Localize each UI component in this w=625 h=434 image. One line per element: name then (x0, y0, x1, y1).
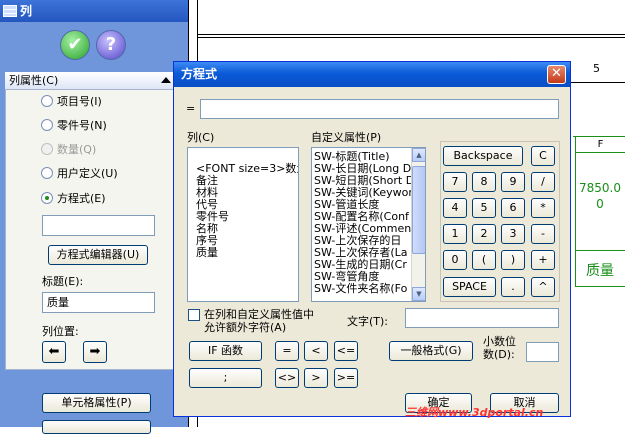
key-5-button[interactable]: 5 (472, 198, 496, 218)
custom-props-list[interactable]: SW-标题(Title) SW-长日期(Long D SW-短日期(Short … (311, 147, 426, 302)
key-6-button[interactable]: 6 (501, 198, 525, 218)
table-value-cell: 7850.00 (579, 181, 621, 211)
table-line (575, 136, 576, 286)
text-input[interactable] (405, 308, 559, 328)
radio-label: 用户定义(U) (57, 167, 118, 180)
equation-field[interactable] (42, 215, 155, 236)
radio-label: 项目号(I) (57, 95, 102, 108)
semicolon-button[interactable]: ; (189, 368, 262, 388)
radio-circle (41, 167, 53, 179)
radio-label: 数量(Q) (57, 143, 97, 156)
radio-label: 零件号(N) (57, 119, 107, 132)
op-less-equal-button[interactable]: <= (334, 341, 358, 361)
op-less-button[interactable]: < (304, 341, 328, 361)
equation-dialog: 方程式 ✕ = 列(C) <FONT size=3>数量 备注 材料 代号 零件… (173, 61, 571, 417)
if-function-button[interactable]: IF 函数 (189, 341, 262, 361)
general-format-button[interactable]: 一般格式(G) (389, 341, 473, 361)
label-line: 小数位 (483, 335, 516, 348)
table-icon (3, 5, 17, 17)
space-button[interactable]: SPACE (443, 277, 496, 297)
grid-line (569, 82, 625, 83)
decimal-places-input[interactable] (526, 342, 559, 362)
panel-title: 列 (0, 0, 188, 22)
key-2-button[interactable]: 2 (472, 224, 496, 244)
columns-list[interactable]: <FONT size=3>数量 备注 材料 代号 零件号 名称 序号 质量 (187, 147, 299, 302)
radio-label: 方程式(E) (57, 192, 106, 205)
op-equal-button[interactable]: = (275, 341, 299, 361)
list-item[interactable]: SW-文件夹名称(Fo (314, 283, 425, 295)
radio-item-number[interactable]: 项目号(I) (41, 94, 102, 110)
key-7-button[interactable]: 7 (443, 172, 467, 192)
radio-equation[interactable]: 方程式(E) (41, 191, 106, 207)
table-line (575, 250, 625, 251)
column-properties-header[interactable]: 列属性(C) (5, 72, 177, 90)
op-greater-button[interactable]: > (304, 368, 328, 388)
next-button[interactable] (42, 420, 151, 434)
close-icon[interactable]: ✕ (547, 65, 566, 84)
table-line (575, 286, 625, 287)
key-plus-button[interactable]: + (531, 250, 555, 270)
key-0-button[interactable]: 0 (443, 250, 467, 270)
clear-button[interactable]: C (531, 146, 555, 166)
radio-quantity: 数量(Q) (41, 142, 96, 158)
op-greater-equal-button[interactable]: >= (334, 368, 358, 388)
dialog-title: 方程式 (174, 62, 570, 87)
cell-properties-button[interactable]: 单元格属性(P) (42, 393, 151, 413)
column-position-label: 列位置: (42, 325, 79, 338)
key-divide-button[interactable]: / (531, 172, 555, 192)
help-button[interactable]: ? (96, 30, 126, 60)
collapse-arrow-icon[interactable] (161, 77, 171, 83)
column-number: 5 (593, 62, 600, 75)
move-left-button[interactable]: ⬅ (42, 341, 66, 363)
allow-extra-chars-label: 在列和自定义属性值中 允许额外字符(A) (204, 308, 314, 334)
key-minus-button[interactable]: - (531, 224, 555, 244)
custom-props-label: 自定义属性(P) (311, 131, 382, 144)
radio-part-number[interactable]: 零件号(N) (41, 118, 107, 134)
key-8-button[interactable]: 8 (472, 172, 496, 192)
property-manager-panel: 列 ✔ ? 列属性(C) 项目号(I) 零件号(N) 数量(Q) 用户定义(U)… (0, 0, 188, 434)
key-caret-button[interactable]: ^ (531, 277, 555, 297)
key-9-button[interactable]: 9 (501, 172, 525, 192)
backspace-button[interactable]: Backspace (443, 146, 523, 166)
decimal-places-label: 小数位 数(D): (483, 335, 516, 361)
scroll-up-icon[interactable]: ▲ (412, 148, 425, 162)
list-item[interactable]: 质量 (196, 247, 298, 259)
key-4-button[interactable]: 4 (443, 198, 467, 218)
scroll-down-icon[interactable]: ▼ (412, 287, 425, 301)
label-line: 数(D): (483, 348, 515, 361)
columns-label: 列(C) (187, 131, 215, 144)
move-right-button[interactable]: ➡ (83, 341, 107, 363)
allow-extra-chars-checkbox[interactable] (188, 309, 200, 321)
radio-circle (41, 95, 53, 107)
key-open-paren-button[interactable]: ( (472, 250, 496, 270)
radio-circle (41, 143, 53, 155)
op-not-equal-button[interactable]: <> (275, 368, 299, 388)
radio-user-defined[interactable]: 用户定义(U) (41, 166, 118, 182)
radio-circle-selected (41, 192, 53, 204)
grid-line (197, 37, 625, 38)
label-line: 在列和自定义属性值中 (204, 308, 314, 321)
site-watermark: 三维网www.3dportal.cn (405, 406, 544, 419)
ok-check-button[interactable]: ✔ (60, 30, 90, 60)
table-title-cell: 质量 (586, 263, 614, 279)
label-line: 允许额外字符(A) (204, 321, 287, 334)
key-3-button[interactable]: 3 (501, 224, 525, 244)
key-multiply-button[interactable]: * (531, 198, 555, 218)
key-1-button[interactable]: 1 (443, 224, 467, 244)
scrollbar[interactable]: ▲ ▼ (411, 148, 425, 301)
key-close-paren-button[interactable]: ) (501, 250, 525, 270)
equals-label: = (186, 102, 196, 115)
grid-line (197, 34, 625, 35)
scroll-thumb[interactable] (412, 166, 425, 254)
title-field[interactable]: 质量 (42, 292, 155, 313)
title-label: 标题(E): (42, 275, 84, 288)
key-dot-button[interactable]: . (501, 277, 525, 297)
group-title: 列属性(C) (9, 74, 59, 87)
text-label: 文字(T): (347, 315, 389, 328)
equation-editor-button[interactable]: 方程式编辑器(U) (48, 245, 148, 265)
table-header-cell: F (575, 137, 625, 153)
equation-input[interactable] (200, 99, 559, 119)
radio-circle (41, 119, 53, 131)
